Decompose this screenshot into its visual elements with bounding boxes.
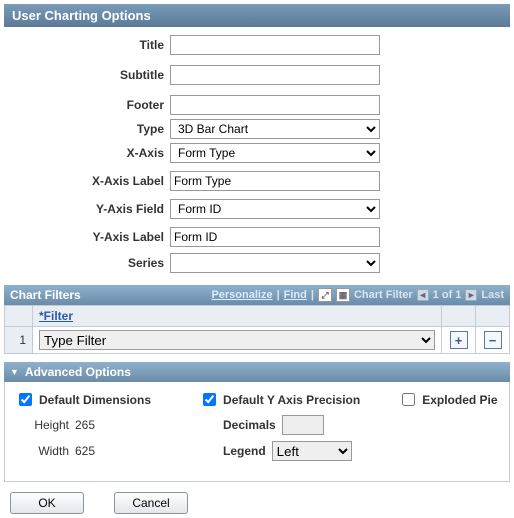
exploded-pie-field[interactable]: Exploded Pie [398,390,497,409]
yaxis-field-label: Y-Axis Field [10,202,170,216]
filters-table: *Filter 1 Type Filter + − [4,305,510,354]
title-input[interactable] [170,35,380,55]
subtitle-label: Subtitle [10,68,170,82]
advanced-options-title: Advanced Options [25,365,131,379]
title-label: Title [10,38,170,52]
personalize-link[interactable]: Personalize [211,289,272,301]
height-label: Height [15,418,75,432]
yaxis-field-select[interactable]: Form ID [170,199,380,219]
find-link[interactable]: Find [284,289,307,301]
exploded-pie-checkbox[interactable] [402,393,415,406]
button-row: OK Cancel [4,492,510,514]
pager-last[interactable]: Last [481,289,504,301]
default-dimensions-field[interactable]: Default Dimensions [15,390,151,409]
row-number: 1 [5,327,33,354]
yaxis-lbl-label: Y-Axis Label [10,230,170,244]
xaxis-lbl-label: X-Axis Label [10,174,170,188]
chart-filters-header: Chart Filters Personalize | Find | ⤢ ▦ C… [4,285,510,305]
width-label: Width [15,444,75,458]
filter-cell: Type Filter [33,327,442,354]
height-value: 265 [75,418,95,432]
series-select[interactable] [170,253,380,273]
ok-button[interactable]: OK [10,492,84,514]
pager-next-icon[interactable]: ► [465,289,477,301]
legend-label: Legend [223,444,272,458]
xaxis-lbl-input[interactable] [170,171,380,191]
footer-label: Footer [10,98,170,112]
advanced-options-header[interactable]: ▼ Advanced Options [4,362,510,382]
legend-select[interactable]: Left [272,441,352,461]
filter-select[interactable]: Type Filter [39,330,435,350]
grid-icon[interactable]: ▦ [336,288,350,302]
footer-input[interactable] [170,95,380,115]
default-y-precision-field[interactable]: Default Y Axis Precision [199,390,360,409]
decimals-label: Decimals [223,418,282,432]
type-label: Type [10,122,170,136]
xaxis-select[interactable]: Form Type [170,143,380,163]
yaxis-lbl-input[interactable] [170,227,380,247]
table-row: 1 Type Filter + − [5,327,510,354]
pager-label: Chart Filter [354,289,413,301]
collapse-icon: ▼ [10,367,19,377]
advanced-options-body: Default Dimensions Default Y Axis Precis… [4,382,510,482]
default-dimensions-checkbox[interactable] [19,393,32,406]
view-all-icon[interactable]: ⤢ [318,288,332,302]
chart-filters-title: Chart Filters [10,288,81,302]
delete-row-button[interactable]: − [484,331,502,349]
cancel-button[interactable]: Cancel [114,492,188,514]
series-label: Series [10,256,170,270]
page-header: User Charting Options [4,4,510,27]
pager-position: 1 of 1 [433,289,462,301]
xaxis-label: X-Axis [10,146,170,160]
add-row-button[interactable]: + [450,331,468,349]
subtitle-input[interactable] [170,65,380,85]
default-y-precision-checkbox[interactable] [203,393,216,406]
form-area: Title Subtitle Footer Type 3D Bar Chart … [4,27,510,285]
chart-filters-toolbar: Personalize | Find | ⤢ ▦ Chart Filter ◄ … [211,288,504,302]
pager-prev-icon[interactable]: ◄ [417,289,429,301]
filter-col-header[interactable]: *Filter [33,306,442,327]
page-title: User Charting Options [12,8,151,23]
width-value: 625 [75,444,95,458]
decimals-input [282,415,324,435]
type-select[interactable]: 3D Bar Chart [170,119,380,139]
